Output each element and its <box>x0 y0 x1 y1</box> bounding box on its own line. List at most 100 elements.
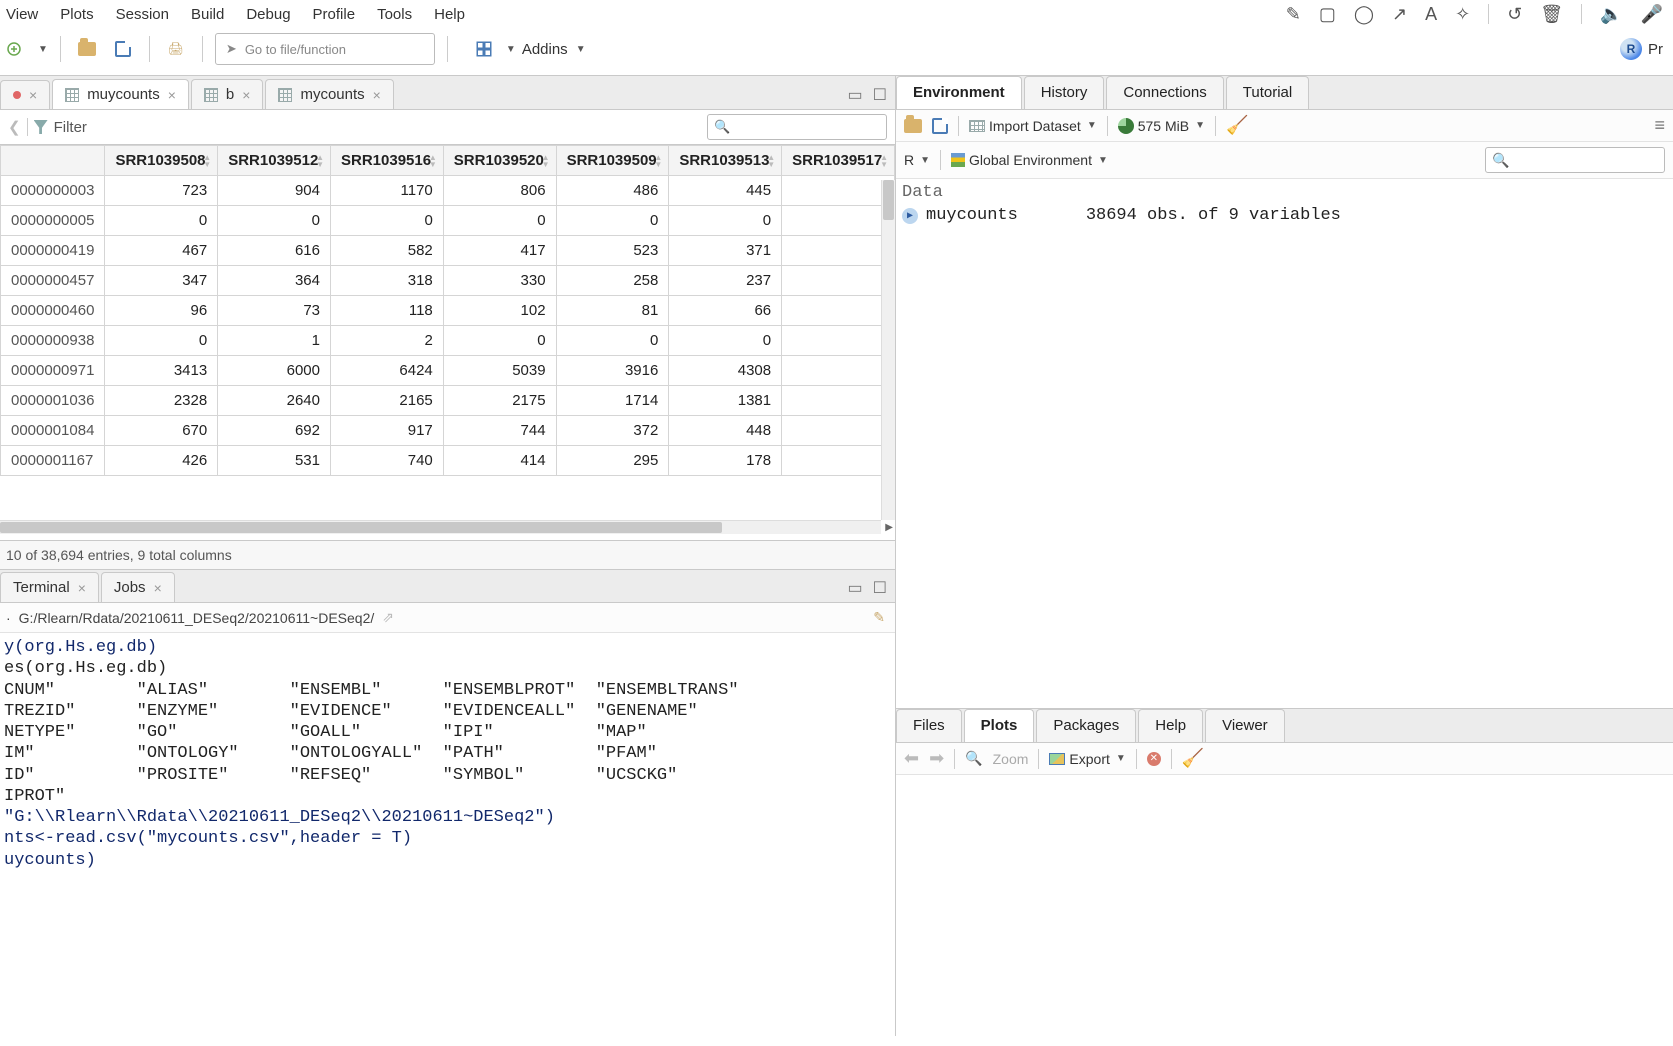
goto-file-input[interactable]: ➤ Go to file/function <box>215 33 435 65</box>
new-file-button[interactable] <box>0 35 28 63</box>
sort-icon[interactable]: ▲▼ <box>316 154 324 168</box>
tab-environment[interactable]: Environment <box>896 76 1022 109</box>
minimize-pane-icon[interactable]: ▭ <box>848 85 863 105</box>
square-icon[interactable]: ▢ <box>1319 5 1336 23</box>
table-row[interactable]: 0000001167426531740414295178 <box>1 446 895 476</box>
print-button[interactable]: 🖨 <box>162 35 190 63</box>
clear-plots-button[interactable]: 🧹 <box>1182 748 1204 769</box>
sort-icon[interactable]: ▲▼ <box>880 154 888 168</box>
env-search-input[interactable]: 🔍 <box>1485 147 1665 173</box>
tab-viewer[interactable]: Viewer <box>1205 709 1285 742</box>
addins-button[interactable]: Addins <box>522 41 568 58</box>
menu-view[interactable]: View <box>6 6 38 23</box>
table-row[interactable]: 0000000419467616582417523371 <box>1 236 895 266</box>
column-header[interactable]: SRR1039516▲▼ <box>331 146 444 176</box>
undo-icon[interactable]: ↺ <box>1507 5 1522 23</box>
wand-icon[interactable]: ✧ <box>1455 5 1470 23</box>
column-header[interactable]: SRR1039517▲▼ <box>782 146 895 176</box>
menu-tools[interactable]: Tools <box>377 6 412 23</box>
table-row[interactable]: 0000000938012000 <box>1 326 895 356</box>
tab-plots[interactable]: Plots <box>964 709 1035 742</box>
save-button[interactable] <box>109 35 137 63</box>
source-tab-mycounts[interactable]: mycounts × <box>265 79 393 109</box>
table-row[interactable]: 00000000037239041170806486445 <box>1 176 895 206</box>
clear-env-button[interactable]: 🧹 <box>1226 115 1248 136</box>
export-button[interactable]: Export ▼ <box>1049 751 1125 767</box>
sort-icon[interactable]: ▲▼ <box>203 154 211 168</box>
r-scope-button[interactable]: R ▼ <box>904 152 930 168</box>
tab-files[interactable]: Files <box>896 709 962 742</box>
sort-icon[interactable]: ▲▼ <box>429 154 437 168</box>
table-row[interactable]: 0000001084670692917744372448 <box>1 416 895 446</box>
popout-icon[interactable]: ⇗ <box>382 609 394 626</box>
sort-icon[interactable]: ▲▼ <box>767 154 775 168</box>
new-file-caret-icon[interactable]: ▼ <box>38 44 48 55</box>
menu-profile[interactable]: Profile <box>313 6 356 23</box>
env-item-muycounts[interactable]: ▶ muycounts 38694 obs. of 9 variables <box>902 206 1667 225</box>
broom-icon[interactable]: ✎ <box>873 609 885 626</box>
import-dataset-button[interactable]: Import Dataset ▼ <box>969 118 1097 134</box>
tab-connections[interactable]: Connections <box>1106 76 1223 109</box>
close-icon[interactable]: × <box>168 87 176 103</box>
close-icon[interactable]: × <box>78 580 86 596</box>
column-header[interactable]: SRR1039508▲▼ <box>105 146 218 176</box>
column-header[interactable] <box>1 146 105 176</box>
panes-caret-icon[interactable]: ▼ <box>506 44 516 55</box>
source-tab-b[interactable]: b × <box>191 79 264 109</box>
tab-jobs[interactable]: Jobs × <box>101 572 175 602</box>
trash-icon[interactable]: 🗑 <box>1540 5 1563 23</box>
plot-prev-button[interactable]: ⬅ <box>904 748 919 769</box>
source-tab-unsaved[interactable]: × <box>0 80 50 109</box>
pencil-icon[interactable]: ✎ <box>1286 5 1301 23</box>
console-output[interactable]: y(org.Hs.eg.db) es(org.Hs.eg.db) CNUM" "… <box>0 633 895 1036</box>
sort-icon[interactable]: ▲▼ <box>654 154 662 168</box>
tab-packages[interactable]: Packages <box>1036 709 1136 742</box>
table-row[interactable]: 0000000457347364318330258237 <box>1 266 895 296</box>
close-icon[interactable]: × <box>29 87 37 103</box>
memory-usage[interactable]: 575 MiB ▼ <box>1118 118 1205 134</box>
column-header[interactable]: SRR1039509▲▼ <box>556 146 669 176</box>
minimize-pane-icon[interactable]: ▭ <box>848 578 863 598</box>
table-row[interactable]: 0000000005000000 <box>1 206 895 236</box>
column-header[interactable]: SRR1039513▲▼ <box>669 146 782 176</box>
tab-help[interactable]: Help <box>1138 709 1203 742</box>
menu-session[interactable]: Session <box>116 6 169 23</box>
tab-tutorial[interactable]: Tutorial <box>1226 76 1309 109</box>
env-menu-icon[interactable]: ≡ <box>1654 115 1665 136</box>
expand-icon[interactable]: ▶ <box>902 208 918 224</box>
save-workspace-button[interactable] <box>932 118 948 134</box>
source-tab-muycounts[interactable]: muycounts × <box>52 79 189 109</box>
tab-history[interactable]: History <box>1024 76 1105 109</box>
horizontal-scrollbar[interactable]: ▶ <box>0 520 881 534</box>
open-file-button[interactable] <box>73 35 101 63</box>
circle-icon[interactable]: ◯ <box>1354 5 1374 23</box>
sort-icon[interactable]: ▲▼ <box>542 154 550 168</box>
menu-help[interactable]: Help <box>434 6 465 23</box>
project-selector[interactable]: R Pr <box>1620 38 1667 60</box>
close-icon[interactable]: × <box>242 87 250 103</box>
zoom-icon[interactable]: 🔍 <box>965 750 982 767</box>
plot-next-button[interactable]: ➡ <box>929 748 944 769</box>
maximize-pane-icon[interactable]: ☐ <box>873 85 887 105</box>
volume-icon[interactable]: 🔈 <box>1600 5 1622 23</box>
tab-terminal[interactable]: Terminal × <box>0 572 99 602</box>
load-workspace-button[interactable] <box>904 119 922 133</box>
close-icon[interactable]: × <box>154 580 162 596</box>
env-scope-button[interactable]: Global Environment ▼ <box>951 152 1108 168</box>
back-caret-icon[interactable]: ❮ <box>8 118 21 136</box>
column-header[interactable]: SRR1039512▲▼ <box>218 146 331 176</box>
menu-debug[interactable]: Debug <box>246 6 290 23</box>
table-search-input[interactable]: 🔍 <box>707 114 887 140</box>
vertical-scrollbar[interactable] <box>881 180 895 520</box>
table-row[interactable]: 0000000971341360006424503939164308 <box>1 356 895 386</box>
close-icon[interactable]: × <box>373 87 381 103</box>
addins-caret-icon[interactable]: ▼ <box>576 44 586 55</box>
mic-icon[interactable]: 🎤 <box>1641 5 1663 23</box>
arrow-icon[interactable]: ↗ <box>1392 5 1407 23</box>
table-row[interactable]: 000000046096731181028166 <box>1 296 895 326</box>
column-header[interactable]: SRR1039520▲▼ <box>443 146 556 176</box>
panes-button[interactable] <box>470 35 498 63</box>
remove-plot-button[interactable]: ✕ <box>1147 752 1161 766</box>
menu-plots[interactable]: Plots <box>60 6 93 23</box>
text-icon[interactable]: A <box>1425 5 1437 23</box>
